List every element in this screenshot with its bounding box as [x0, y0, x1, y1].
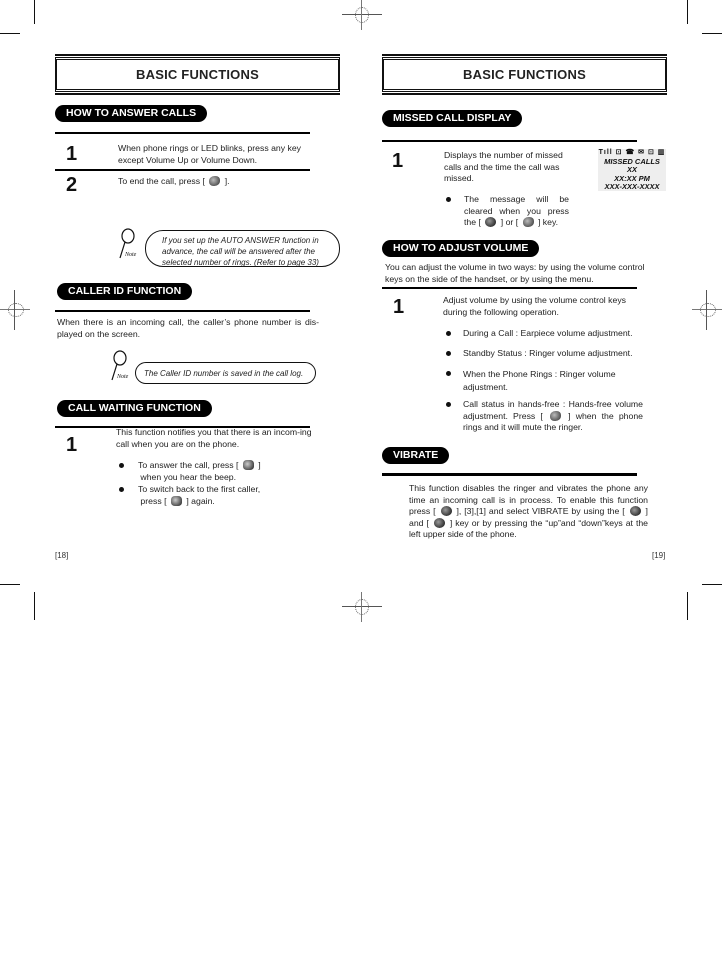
section-heading-vibrate: VIBRATE [382, 447, 450, 464]
note-caller-id: The Caller ID number is saved in the cal… [135, 362, 316, 384]
step-number: 1 [66, 143, 78, 165]
end-key-icon [209, 176, 221, 186]
page-title-right: BASIC FUNCTIONS [382, 54, 667, 95]
crop-mark [0, 584, 20, 585]
divider [55, 310, 310, 312]
crop-mark [0, 33, 20, 34]
section-heading-answer-calls: HOW TO ANSWER CALLS [55, 105, 208, 122]
vibrate-text-part: ], [3],[1] and select VIBRATE by using t… [456, 506, 625, 516]
page-number-left: [18] [55, 551, 69, 560]
clear-key-icon [485, 217, 497, 227]
end-key-icon [549, 410, 561, 421]
caller-id-text: When there is an incoming call, the call… [57, 317, 319, 339]
step-text: To end the call, press [ ]. [118, 176, 318, 188]
volume-intro: You can adjust the volume in two ways: b… [385, 262, 645, 284]
talk-key-icon [170, 495, 182, 506]
volume-bullet-handsfree: Call status in hands-free : Hands-free v… [463, 399, 643, 434]
page-title-left: BASIC FUNCTIONS [55, 54, 340, 95]
call-waiting-text: This function notifies you that there is… [116, 427, 312, 449]
volume-bullet: When the Phone Rings : Ringer volume adj… [463, 369, 616, 392]
bullet-text: press [ [140, 495, 167, 506]
divider [55, 169, 310, 171]
step-text-before: To end the call, press [ [118, 176, 205, 186]
divider [382, 140, 637, 142]
bullet-text: when you hear the beep. [140, 471, 237, 482]
menu-key-icon [440, 506, 452, 516]
bullet-text: ] or [ [500, 217, 519, 227]
bullet-text: To answer the call, press [ [138, 460, 239, 470]
bullet-text: ] key. [537, 217, 559, 227]
step-text-after: ]. [224, 176, 230, 186]
vibrate-text-part: ] key or by pressing the “up”and “down”k… [409, 517, 649, 540]
end-key-icon [522, 217, 534, 227]
section-heading-volume: HOW TO ADJUST VOLUME [382, 240, 540, 257]
bullet [446, 351, 451, 356]
call-waiting-bullet-1: To answer the call, press [ ] when you h… [138, 460, 318, 483]
bullet [446, 331, 451, 336]
missed-call-text: Displays the number of missed calls and … [444, 150, 563, 183]
bullet-text: To switch back to the first caller, [138, 484, 261, 494]
registration-mark-left [0, 290, 30, 330]
divider [382, 473, 637, 476]
note-label: Note [124, 252, 137, 258]
step-number: 2 [66, 174, 78, 196]
lcd-line: XXX-XXX-XXXX [604, 182, 660, 191]
note-auto-answer: If you set up the AUTO ANSWER function i… [145, 230, 340, 267]
divider [55, 132, 310, 134]
crop-mark [34, 0, 35, 24]
registration-mark-right [692, 290, 722, 330]
step-number: 1 [66, 434, 78, 456]
bullet [119, 487, 124, 492]
volume-bullet: During a Call : Earpiece volume adjustme… [463, 328, 633, 338]
crop-mark [687, 0, 688, 24]
lcd-screen-missed-calls: Tıll ⊡ ☎ ✉ ⊡ ▥ MISSED CALLS XX XX:XX PM … [598, 149, 666, 191]
crop-mark [702, 33, 722, 34]
bullet [446, 402, 451, 407]
divider [382, 287, 637, 289]
volume-bullet: Standby Status : Ringer volume adjustmen… [463, 348, 633, 358]
bullet [119, 463, 124, 468]
up-key-icon [629, 506, 641, 516]
call-waiting-bullet-2: To switch back to the first caller, pres… [138, 484, 318, 507]
down-key-icon [433, 517, 445, 528]
note-magnifier-icon: Note [119, 228, 137, 259]
crop-mark [34, 592, 35, 620]
step-text: When phone rings or LED blinks, press an… [118, 143, 302, 165]
section-heading-call-waiting: CALL WAITING FUNCTION [57, 400, 212, 417]
crop-mark [687, 592, 688, 620]
note-magnifier-icon: Note [111, 350, 129, 381]
bullet-text: ] again. [186, 495, 215, 506]
section-heading-caller-id: CALLER ID FUNCTION [57, 283, 193, 300]
page-number-right: [19] [652, 551, 666, 560]
crop-mark [702, 584, 722, 585]
vibrate-text: This function disables the ringer and vi… [409, 483, 648, 541]
bullet [446, 371, 451, 376]
talk-key-icon [242, 460, 254, 470]
registration-mark-bottom [342, 592, 382, 622]
step-number: 1 [393, 296, 405, 318]
note-label: Note [116, 374, 129, 380]
registration-mark-top [342, 0, 382, 30]
section-heading-missed-call: MISSED CALL DISPLAY [382, 110, 523, 127]
bullet [446, 197, 451, 202]
missed-call-bullet: The message will be cleared when you pre… [464, 194, 569, 229]
volume-step-text: Adjust volume by using the volume contro… [443, 295, 627, 317]
step-number: 1 [392, 150, 404, 172]
bullet-text: ] [258, 460, 261, 470]
